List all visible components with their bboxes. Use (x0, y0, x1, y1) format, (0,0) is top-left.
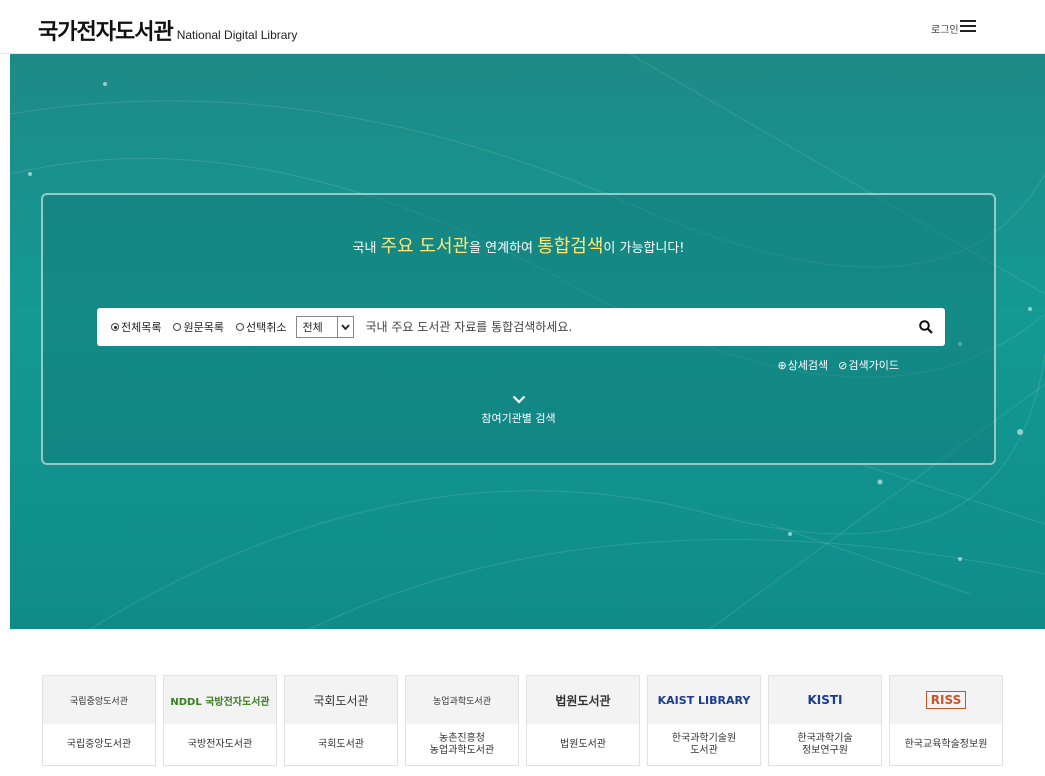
radio-all-catalog[interactable]: 전체목록 (111, 319, 161, 335)
link-label: 검색가이드 (848, 359, 899, 372)
institution-list: 국립중앙도서관 국립중앙도서관 NDDL 국방전자도서관 국방전자도서관 국회도… (42, 675, 1003, 766)
headline-highlight-search: 통합검색 (537, 236, 604, 257)
institution-search-label: 참여기관별 검색 (481, 412, 556, 425)
radio-checked-icon (111, 323, 119, 331)
search-input[interactable] (363, 308, 907, 346)
logo-text: 농업과학도서관 (433, 696, 491, 707)
logo-text: 국립중앙도서관 (70, 696, 128, 707)
search-icon (919, 320, 933, 334)
institution-logo: KAIST LIBRARY (648, 676, 760, 724)
radio-unchecked-icon (235, 323, 244, 331)
institution-card[interactable]: 농업과학도서관 농촌진흥청 농업과학도서관 (405, 675, 519, 766)
institution-logo: NDDL 국방전자도서관 (164, 676, 276, 724)
logo-text: 법원도서관 (555, 693, 611, 708)
institution-card[interactable]: 법원도서관 법원도서관 (526, 675, 640, 766)
scope-select[interactable]: 전체 (296, 316, 355, 338)
institution-card[interactable]: KAIST LIBRARY 한국과학기술원 도서관 (647, 675, 761, 766)
logo-english-title: National Digital Library (176, 28, 298, 42)
search-guide-link[interactable]: ⊘ 검색가이드 (838, 357, 899, 373)
institution-name: 법원도서관 (560, 738, 606, 750)
headline-highlight-libraries: 주요 도서관 (380, 236, 470, 257)
radio-label: 원문목록 (183, 321, 224, 334)
hero-section: 국내 주요 도서관을 연계하여 통합검색이 가능합니다! 전체목록 원문목록 선… (10, 54, 1045, 629)
logo-text: KISTI (807, 693, 843, 707)
search-bar: 전체목록 원문목록 선택취소 전체 (97, 308, 945, 346)
institution-logo: RISS (890, 676, 1002, 724)
logo-text: NDDL 국방전자도서관 (170, 696, 270, 708)
institution-logo: 국회도서관 (285, 676, 397, 724)
institution-card[interactable]: RISS 한국교육학술정보원 (889, 675, 1003, 766)
institution-search-toggle[interactable]: 참여기관별 검색 (43, 395, 994, 426)
top-header: 국가전자도서관 National Digital Library 로그인 (0, 0, 1045, 54)
question-circle-icon: ⊘ (838, 358, 848, 372)
institution-name: 국방전자도서관 (187, 738, 253, 750)
institution-card[interactable]: KISTI 한국과학기술 정보연구원 (768, 675, 882, 766)
radio-label: 전체목록 (121, 321, 162, 334)
institution-name: 한국교육학술정보원 (904, 738, 988, 750)
search-headline: 국내 주요 도서관을 연계하여 통합검색이 가능합니다! (43, 232, 994, 258)
institution-name: 한국과학기술원 도서관 (671, 732, 737, 756)
radio-clear-selection[interactable]: 선택취소 (235, 319, 287, 335)
site-logo[interactable]: 국가전자도서관 National Digital Library (38, 14, 297, 46)
institution-name: 농촌진흥청 농업과학도서관 (429, 732, 495, 756)
institution-card[interactable]: NDDL 국방전자도서관 국방전자도서관 (163, 675, 277, 766)
institution-logo: 국립중앙도서관 (43, 676, 155, 724)
search-panel: 국내 주요 도서관을 연계하여 통합검색이 가능합니다! 전체목록 원문목록 선… (41, 193, 996, 465)
institution-card[interactable]: 국회도서관 국회도서관 (284, 675, 398, 766)
logo-text: 국회도서관 (313, 693, 369, 708)
search-button[interactable] (907, 309, 945, 345)
institution-card[interactable]: 국립중앙도서관 국립중앙도서관 (42, 675, 156, 766)
institution-logo: 법원도서관 (527, 676, 639, 724)
institution-name: 한국과학기술 정보연구원 (797, 732, 853, 756)
logo-text: RISS (925, 691, 967, 709)
select-value: 전체 (302, 321, 323, 334)
headline-text: 국내 (352, 241, 381, 256)
chevron-down-icon (337, 317, 353, 337)
institution-name: 국회도서관 (318, 738, 364, 750)
institution-logo: 농업과학도서관 (406, 676, 518, 724)
logo-text: KAIST LIBRARY (657, 693, 751, 707)
hamburger-menu-icon[interactable] (960, 20, 976, 32)
headline-text: 을 연계하여 (469, 241, 538, 256)
chevron-down-icon (512, 395, 525, 404)
institution-name: 국립중앙도서관 (66, 738, 132, 750)
advanced-search-link[interactable]: ⊕ 상세검색 (777, 357, 828, 373)
headline-text: 이 가능합니다! (603, 241, 685, 256)
link-label: 상세검색 (787, 359, 829, 372)
radio-label: 선택취소 (245, 321, 287, 334)
plus-circle-icon: ⊕ (777, 358, 787, 372)
radio-unchecked-icon (173, 323, 182, 331)
search-links: ⊕ 상세검색 ⊘ 검색가이드 (777, 357, 899, 373)
institution-logo: KISTI (769, 676, 881, 724)
radio-fulltext-catalog[interactable]: 원문목록 (173, 319, 224, 335)
login-link[interactable]: 로그인 (931, 21, 959, 36)
logo-korean-title: 국가전자도서관 (38, 20, 174, 45)
